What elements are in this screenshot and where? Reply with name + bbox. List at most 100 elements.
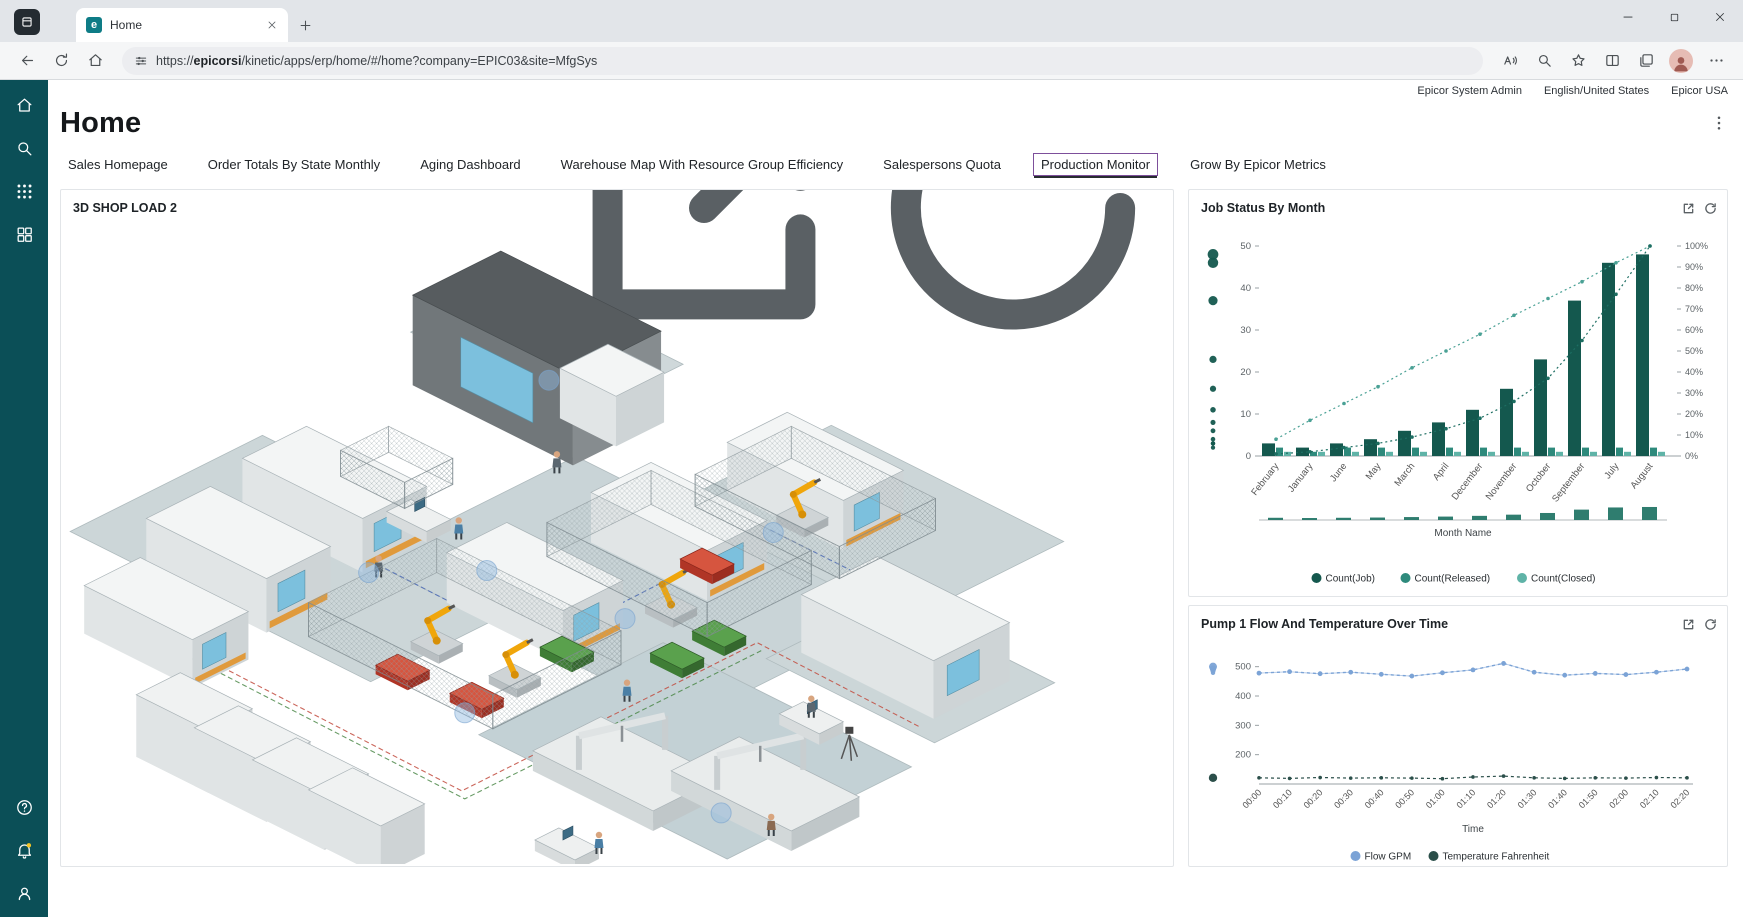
tab-actions-button[interactable]: [14, 9, 40, 35]
read-aloud-button[interactable]: [1495, 46, 1525, 76]
window-controls: [1605, 0, 1743, 34]
svg-text:January: January: [1286, 461, 1316, 495]
split-screen-icon: [1604, 52, 1621, 69]
session-locale[interactable]: English/United States: [1544, 85, 1649, 100]
svg-text:00:50: 00:50: [1393, 787, 1416, 810]
new-tab-button[interactable]: [298, 18, 313, 33]
svg-text:90%: 90%: [1685, 262, 1703, 272]
expand-icon[interactable]: [1682, 618, 1695, 631]
svg-text:500: 500: [1235, 662, 1251, 673]
dashboard-tab-warehouse-map-with-resource-group-efficiency[interactable]: Warehouse Map With Resource Group Effici…: [553, 153, 852, 176]
sidebar-search-button[interactable]: [15, 139, 34, 158]
refresh-icon[interactable]: [1704, 202, 1717, 215]
url-path: /kinetic/apps/erp/home/#/home?company=EP…: [241, 54, 597, 68]
svg-text:01:10: 01:10: [1454, 787, 1477, 810]
pump-panel-title: Pump 1 Flow And Temperature Over Time: [1201, 617, 1448, 631]
sidebar-notifications-button[interactable]: [15, 841, 34, 860]
dashboards-tiles-icon: [15, 225, 34, 244]
browser-tab[interactable]: e Home: [76, 8, 288, 42]
svg-text:01:00: 01:00: [1424, 787, 1447, 810]
dashboard-tab-sales-homepage[interactable]: Sales Homepage: [60, 153, 176, 176]
svg-text:00:40: 00:40: [1363, 787, 1386, 810]
svg-text:0: 0: [1246, 451, 1251, 462]
svg-text:300: 300: [1235, 720, 1251, 731]
refresh-button[interactable]: [46, 46, 76, 76]
pump-chart: 20030040050000:0000:1000:2000:3000:4000:…: [1189, 634, 1727, 866]
home-icon: [87, 52, 104, 69]
address-bar[interactable]: https://epicorsi/kinetic/apps/erp/home/#…: [122, 47, 1483, 75]
svg-text:Count(Closed): Count(Closed): [1531, 574, 1595, 585]
svg-text:400: 400: [1235, 691, 1251, 702]
notification-badge: [26, 843, 30, 847]
svg-text:00:10: 00:10: [1271, 787, 1294, 810]
expand-icon[interactable]: [1682, 202, 1695, 215]
split-screen-button[interactable]: [1597, 46, 1627, 76]
profile-avatar-icon: [1671, 53, 1691, 73]
back-button[interactable]: [12, 46, 42, 76]
zoom-button[interactable]: [1529, 46, 1559, 76]
svg-text:40: 40: [1240, 283, 1251, 294]
sidebar-dashboards-button[interactable]: [15, 225, 34, 244]
sidebar-account-button[interactable]: [15, 884, 34, 903]
session-strip: Epicor System Admin English/United State…: [60, 80, 1728, 100]
favorites-button[interactable]: [1563, 46, 1593, 76]
svg-text:01:50: 01:50: [1577, 787, 1600, 810]
svg-text:30%: 30%: [1685, 388, 1703, 398]
epicor-favicon: e: [86, 17, 102, 33]
sidebar-apps-button[interactable]: [15, 182, 34, 201]
tab-close-icon[interactable]: [266, 19, 278, 31]
dashboard-tab-order-totals-by-state-monthly[interactable]: Order Totals By State Monthly: [200, 153, 388, 176]
svg-text:October: October: [1524, 461, 1553, 494]
site-permissions-icon[interactable]: [134, 54, 148, 68]
svg-text:20%: 20%: [1685, 409, 1703, 419]
read-aloud-icon: [1502, 52, 1519, 69]
svg-text:70%: 70%: [1685, 304, 1703, 314]
session-company[interactable]: Epicor USA: [1671, 85, 1728, 100]
job-status-chart: 010203040500%10%20%30%40%50%60%70%80%90%…: [1189, 218, 1727, 596]
app-sidebar: [0, 80, 48, 917]
favorites-star-icon: [1570, 52, 1587, 69]
svg-text:June: June: [1328, 461, 1349, 484]
page-overflow-menu[interactable]: [1710, 114, 1728, 132]
browser-tab-title: Home: [110, 18, 258, 32]
tab-actions-icon: [20, 15, 34, 29]
page-title: Home: [60, 107, 141, 140]
svg-text:02:10: 02:10: [1638, 787, 1661, 810]
svg-text:50: 50: [1240, 241, 1251, 252]
svg-text:02:00: 02:00: [1607, 787, 1630, 810]
session-user[interactable]: Epicor System Admin: [1417, 85, 1522, 100]
sidebar-help-button[interactable]: [15, 798, 34, 817]
collections-button[interactable]: [1631, 46, 1661, 76]
sidebar-home-button[interactable]: [15, 96, 34, 115]
shop-load-panel: 3D SHOP LOAD 2: [60, 189, 1174, 867]
dashboard-tab-aging-dashboard[interactable]: Aging Dashboard: [412, 153, 528, 176]
svg-text:December: December: [1450, 461, 1486, 502]
maximize-button[interactable]: [1651, 0, 1697, 34]
svg-text:10: 10: [1240, 409, 1251, 420]
browser-settings-button[interactable]: [1701, 46, 1731, 76]
svg-text:July: July: [1602, 461, 1621, 481]
home-button[interactable]: [80, 46, 110, 76]
dashboard-tab-grow-by-epicor-metrics[interactable]: Grow By Epicor Metrics: [1182, 153, 1334, 176]
close-button[interactable]: [1697, 0, 1743, 34]
svg-text:00:00: 00:00: [1240, 787, 1263, 810]
svg-text:Month Name: Month Name: [1434, 528, 1492, 539]
svg-text:November: November: [1484, 461, 1520, 502]
profile-button[interactable]: [1669, 49, 1693, 73]
svg-text:01:20: 01:20: [1485, 787, 1508, 810]
url-domain: epicorsi: [194, 54, 242, 68]
svg-text:01:30: 01:30: [1516, 787, 1539, 810]
svg-text:00:30: 00:30: [1332, 787, 1355, 810]
dashboard-tab-production-monitor[interactable]: Production Monitor: [1033, 153, 1158, 176]
dashboard-tabs: Sales Homepage Order Totals By State Mont…: [60, 153, 1728, 176]
url-text[interactable]: https://epicorsi/kinetic/apps/erp/home/#…: [156, 54, 597, 68]
svg-text:02:20: 02:20: [1668, 787, 1691, 810]
account-icon: [15, 884, 34, 903]
svg-text:20: 20: [1240, 367, 1251, 378]
minimize-button[interactable]: [1605, 0, 1651, 34]
refresh-icon[interactable]: [1704, 618, 1717, 631]
collections-icon: [1638, 52, 1655, 69]
dashboard-tab-salespersons-quota[interactable]: Salespersons Quota: [875, 153, 1009, 176]
svg-text:200: 200: [1235, 750, 1251, 761]
refresh-icon[interactable]: [863, 189, 1163, 358]
